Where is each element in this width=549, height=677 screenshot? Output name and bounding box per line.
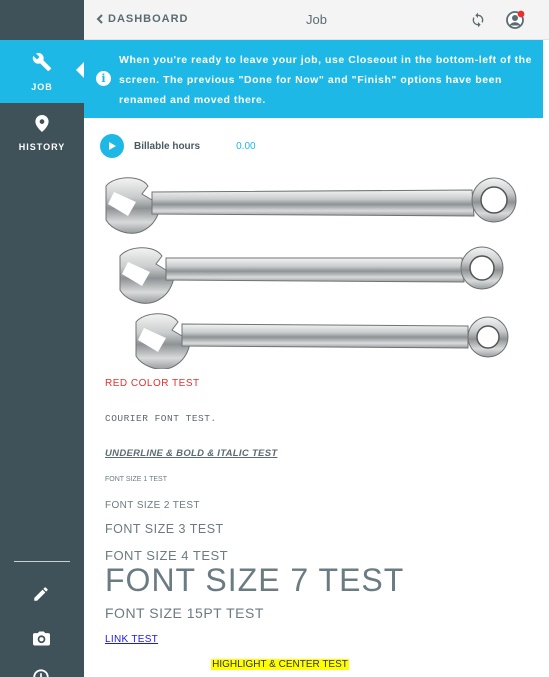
courier-font-test-text: COURIER FONT TEST. <box>105 413 217 424</box>
map-pin-icon <box>35 115 49 137</box>
highlight-center-test: HIGHLIGHT & CENTER TEST <box>84 659 476 670</box>
clock-icon[interactable] <box>30 666 52 677</box>
profile-button[interactable] <box>505 10 525 35</box>
font-size-1-test-text: FONT SIZE 1 TEST <box>105 476 167 483</box>
info-icon: i <box>96 71 111 86</box>
billable-hours-value: 0.00 <box>236 140 256 152</box>
link-test[interactable]: LINK TEST <box>105 634 158 645</box>
red-color-test-text: RED COLOR TEST <box>105 378 200 389</box>
closeout-info-banner: i When you're ready to leave your job, u… <box>76 40 543 118</box>
pencil-icon[interactable] <box>30 583 52 605</box>
sidebar-item-job[interactable]: JOB <box>0 40 84 103</box>
wrench-set-image <box>105 177 517 369</box>
camera-icon[interactable] <box>30 627 52 649</box>
play-timer-button[interactable] <box>100 134 124 158</box>
job-content: Billable hours 0.00 RED COLOR TEST COURI… <box>84 118 543 677</box>
user-avatar-icon <box>506 10 525 29</box>
sidebar: JOB HISTORY <box>0 0 84 677</box>
sidebar-item-label: HISTORY <box>18 142 66 152</box>
highlight-center-test-text: HIGHLIGHT & CENTER TEST <box>211 659 349 670</box>
font-size-3-test-text: FONT SIZE 3 TEST <box>105 522 224 536</box>
billable-hours-row: Billable hours 0.00 <box>100 134 256 158</box>
billable-hours-label: Billable hours <box>134 140 201 152</box>
font-size-4-test-text: FONT SIZE 4 TEST <box>105 548 229 563</box>
banner-message: When you're ready to leave your job, use… <box>119 54 533 106</box>
active-nav-indicator <box>76 62 84 78</box>
notification-dot <box>517 10 525 18</box>
play-icon <box>109 142 116 150</box>
top-bar: DASHBOARD Job <box>84 0 549 40</box>
font-size-15pt-test-text: FONT SIZE 15PT TEST <box>105 605 264 621</box>
sidebar-item-label: JOB <box>31 81 53 92</box>
sync-icon[interactable] <box>470 12 486 33</box>
sidebar-divider <box>14 561 70 562</box>
wrench-icon <box>32 52 52 77</box>
font-size-7-test-text: FONT SIZE 7 TEST <box>105 562 405 598</box>
underline-bold-italic-test-text: UNDERLINE & BOLD & ITALIC TEST <box>105 448 278 459</box>
sidebar-item-history[interactable]: HISTORY <box>0 115 84 160</box>
font-size-2-test-text: FONT SIZE 2 TEST <box>105 500 200 511</box>
